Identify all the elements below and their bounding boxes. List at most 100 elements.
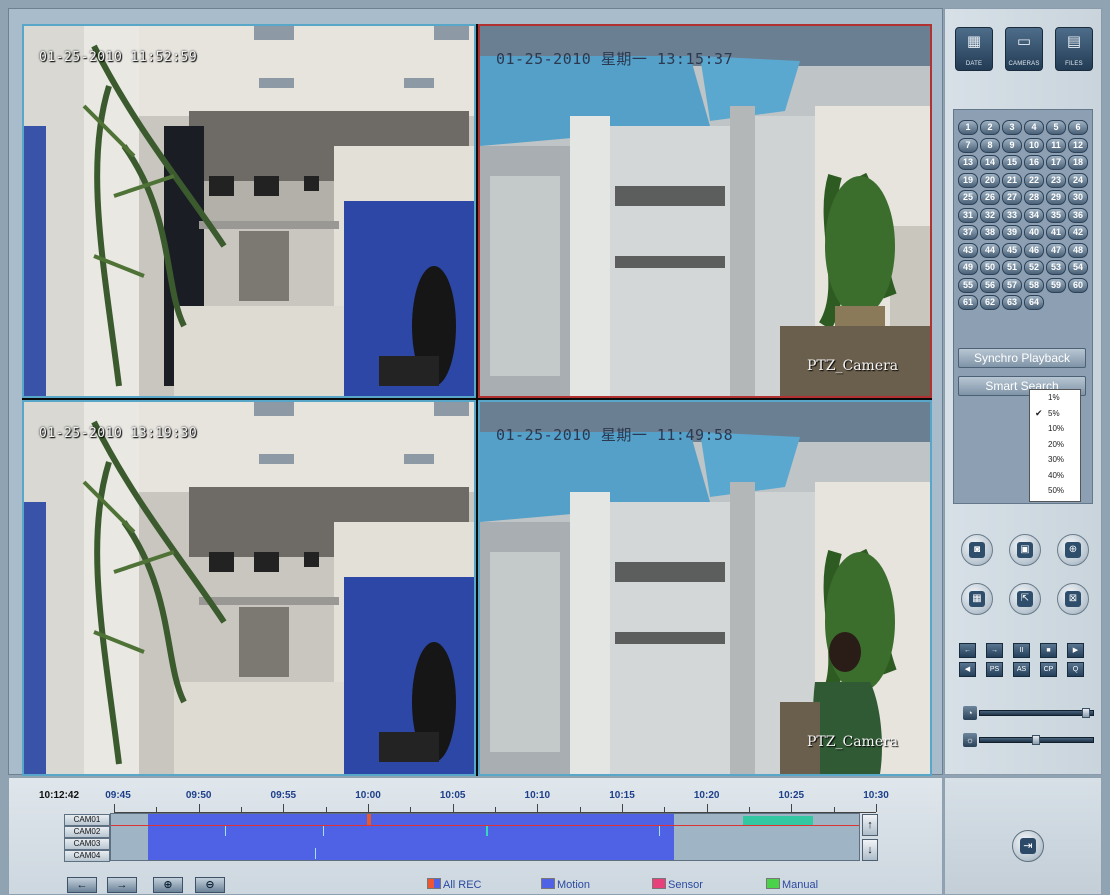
channel-button-61[interactable]: 61	[958, 295, 978, 310]
ps-button[interactable]: PS	[986, 662, 1003, 677]
date-button[interactable]: ▦ DATE	[955, 27, 993, 71]
cameras-button[interactable]: ▭ CAMERAS	[1005, 27, 1043, 71]
channel-button-58[interactable]: 58	[1024, 277, 1044, 293]
as-button[interactable]: AS	[1013, 662, 1030, 677]
timeline-prev-button[interactable]: ←	[67, 877, 97, 893]
channel-button-9[interactable]: 9	[1002, 137, 1022, 153]
channel-button-14[interactable]: 14	[980, 155, 1000, 170]
channel-button-23[interactable]: 23	[1046, 172, 1066, 188]
channel-button-43[interactable]: 43	[958, 242, 978, 258]
channel-button-38[interactable]: 38	[980, 225, 1000, 240]
speed-slider-thumb[interactable]	[1032, 735, 1040, 745]
zoom-button[interactable]: Q	[1067, 662, 1084, 677]
save-clip-button[interactable]: ▣	[1009, 534, 1041, 566]
camera-row-label[interactable]: CAM04	[64, 850, 110, 862]
fullscreen-button[interactable]: ⇱	[1009, 583, 1041, 615]
channel-button-39[interactable]: 39	[1002, 225, 1022, 240]
channel-button-6[interactable]: 6	[1068, 120, 1088, 135]
channel-button-7[interactable]: 7	[958, 137, 978, 153]
channel-button-41[interactable]: 41	[1046, 225, 1066, 240]
play-button[interactable]: ▶	[1067, 643, 1084, 658]
volume-slider[interactable]	[979, 708, 1094, 718]
channel-button-16[interactable]: 16	[1024, 155, 1044, 170]
channel-button-10[interactable]: 10	[1024, 137, 1044, 153]
scroll-down-button[interactable]: ↓	[862, 839, 878, 861]
zoom-out-button[interactable]: ⊖	[195, 877, 225, 893]
step-back-button[interactable]: ←	[959, 643, 976, 658]
channel-button-49[interactable]: 49	[958, 260, 978, 275]
speed-option[interactable]: 1%	[1030, 390, 1080, 406]
channel-button-21[interactable]: 21	[1002, 172, 1022, 188]
channel-button-56[interactable]: 56	[980, 277, 1000, 293]
close-channel-button[interactable]: ⊠	[1057, 583, 1089, 615]
camera-tile-2[interactable]: 01-25-2010 星期一 13:15:37 PTZ_Camera	[478, 24, 932, 398]
channel-button-60[interactable]: 60	[1068, 277, 1088, 293]
channel-button-27[interactable]: 27	[1002, 190, 1022, 205]
channel-button-42[interactable]: 42	[1068, 225, 1088, 240]
channel-button-33[interactable]: 33	[1002, 207, 1022, 223]
speed-option[interactable]: 30%	[1030, 452, 1080, 468]
channel-button-29[interactable]: 29	[1046, 190, 1066, 205]
channel-button-4[interactable]: 4	[1024, 120, 1044, 135]
channel-button-18[interactable]: 18	[1068, 155, 1088, 170]
channel-button-3[interactable]: 3	[1002, 120, 1022, 135]
channel-button-35[interactable]: 35	[1046, 207, 1066, 223]
speed-option[interactable]: 40%	[1030, 468, 1080, 484]
channel-button-62[interactable]: 62	[980, 295, 1000, 310]
channel-button-37[interactable]: 37	[958, 225, 978, 240]
speed-option[interactable]: 10%	[1030, 421, 1080, 437]
synchro-playback-button[interactable]: Synchro Playback	[958, 348, 1086, 368]
speed-option[interactable]: 20%	[1030, 437, 1080, 453]
channel-button-30[interactable]: 30	[1068, 190, 1088, 205]
speed-option[interactable]: 50%	[1030, 483, 1080, 499]
recording-track[interactable]	[110, 813, 860, 861]
speed-slider[interactable]	[979, 735, 1094, 745]
layout-button[interactable]: ▦	[961, 583, 993, 615]
channel-button-47[interactable]: 47	[1046, 242, 1066, 258]
camera-row-label[interactable]: CAM03	[64, 838, 110, 850]
stop-button[interactable]: ■	[1040, 643, 1057, 658]
exit-button[interactable]: ⇥	[1012, 830, 1044, 862]
cp-button[interactable]: CP	[1040, 662, 1057, 677]
channel-button-17[interactable]: 17	[1046, 155, 1066, 170]
files-button[interactable]: ▤ FILES	[1055, 27, 1093, 71]
channel-button-26[interactable]: 26	[980, 190, 1000, 205]
channel-button-45[interactable]: 45	[1002, 242, 1022, 258]
channel-button-53[interactable]: 53	[1046, 260, 1066, 275]
channel-button-40[interactable]: 40	[1024, 225, 1044, 240]
channel-button-1[interactable]: 1	[958, 120, 978, 135]
camera-row-label[interactable]: CAM02	[64, 826, 110, 838]
channel-button-8[interactable]: 8	[980, 137, 1000, 153]
channel-button-54[interactable]: 54	[1068, 260, 1088, 275]
pause-button[interactable]: II	[1013, 643, 1030, 658]
channel-button-24[interactable]: 24	[1068, 172, 1088, 188]
channel-button-32[interactable]: 32	[980, 207, 1000, 223]
speed-option[interactable]: ✔ 5%	[1030, 406, 1080, 422]
channel-button-25[interactable]: 25	[958, 190, 978, 205]
channel-button-28[interactable]: 28	[1024, 190, 1044, 205]
channel-button-48[interactable]: 48	[1068, 242, 1088, 258]
channel-button-31[interactable]: 31	[958, 207, 978, 223]
channel-button-15[interactable]: 15	[1002, 155, 1022, 170]
channel-button-36[interactable]: 36	[1068, 207, 1088, 223]
channel-button-34[interactable]: 34	[1024, 207, 1044, 223]
scroll-up-button[interactable]: ↑	[862, 814, 878, 836]
channel-button-2[interactable]: 2	[980, 120, 1000, 135]
timeline-next-button[interactable]: →	[107, 877, 137, 893]
channel-button-12[interactable]: 12	[1068, 137, 1088, 153]
channel-button-20[interactable]: 20	[980, 172, 1000, 188]
channel-button-19[interactable]: 19	[958, 172, 978, 188]
camera-row-label[interactable]: CAM01	[64, 814, 110, 826]
camera-tile-1[interactable]: 01-25-2010 11:52:59	[22, 24, 476, 398]
channel-button-57[interactable]: 57	[1002, 277, 1022, 293]
channel-button-13[interactable]: 13	[958, 155, 978, 170]
step-forward-button[interactable]: →	[986, 643, 1003, 658]
channel-button-63[interactable]: 63	[1002, 295, 1022, 310]
camera-tile-4[interactable]: 01-25-2010 星期一 11:49:58 PTZ_Camera	[478, 400, 932, 776]
search-button[interactable]: ⊕	[1057, 534, 1089, 566]
channel-button-46[interactable]: 46	[1024, 242, 1044, 258]
channel-button-5[interactable]: 5	[1046, 120, 1066, 135]
reverse-button[interactable]: ◀	[959, 662, 976, 677]
channel-button-51[interactable]: 51	[1002, 260, 1022, 275]
channel-button-52[interactable]: 52	[1024, 260, 1044, 275]
